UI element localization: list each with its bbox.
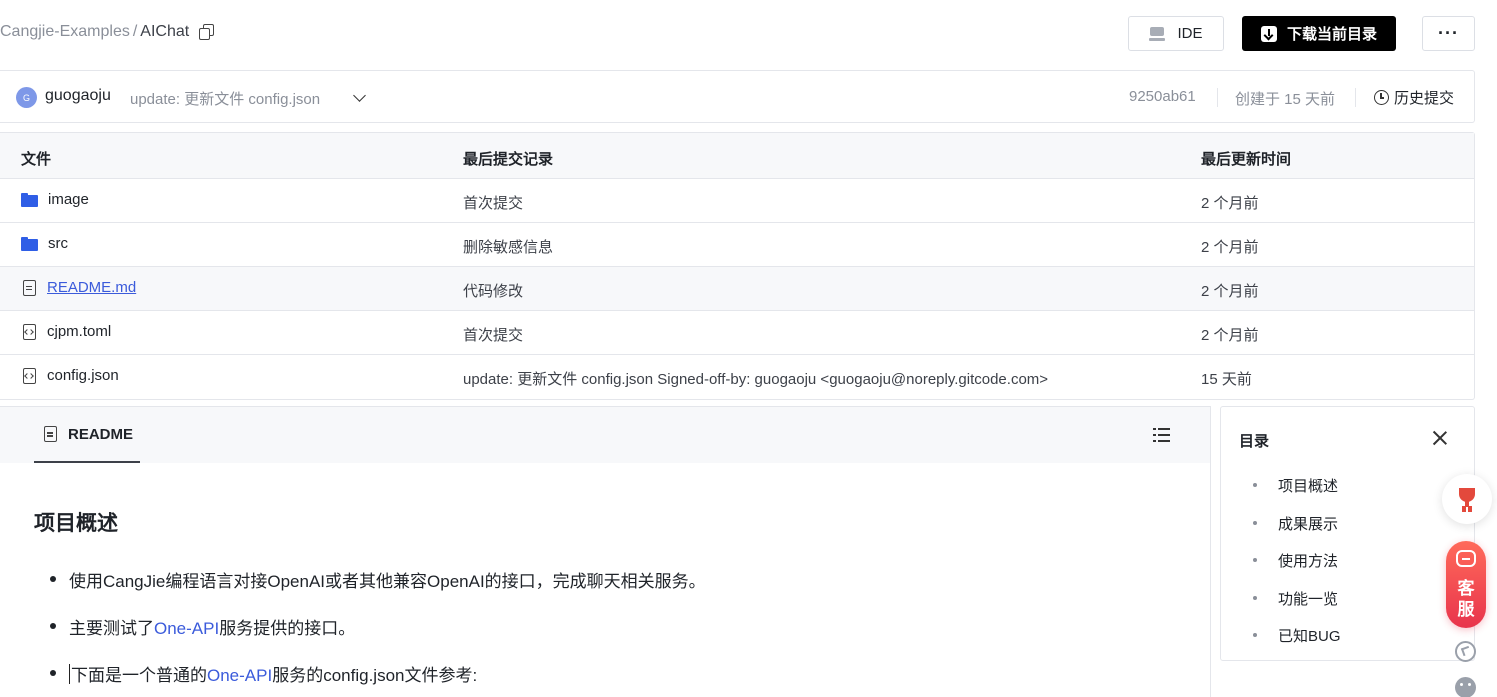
file-cell: config.json [21,367,119,384]
list-item: 下面是一个普通的One-API服务的config.json文件参考: [50,661,950,697]
clock-icon [1374,90,1389,105]
tab-readme[interactable]: README [34,407,140,463]
more-options-button[interactable]: ··· [1422,16,1475,51]
tab-readme-label: README [68,425,134,443]
text-cursor [69,664,70,684]
last-commit-message[interactable]: update: 更新文件 config.json Signed-off-by: … [463,368,1048,389]
commit-hash[interactable]: 9250ab61 [1129,88,1196,105]
latest-commit-bar: G guogaoju update: 更新文件 config.json 9250… [0,70,1475,123]
last-updated-time: 2 个月前 [1201,283,1259,300]
code-file-icon [23,323,36,340]
one-api-link[interactable]: One-API [207,666,272,685]
bullet-text: 使用CangJie编程语言对接OpenAI或者其他兼容OpenAI的接口，完成聊… [69,572,706,591]
trophy-icon [1459,488,1475,507]
download-button-label: 下载当前目录 [1286,26,1377,43]
close-icon[interactable] [1432,430,1448,446]
file-cell: image [21,191,89,208]
readme-content: 项目概述 [34,507,118,537]
ide-button-label: IDE [1177,25,1203,42]
column-header-last-commit: 最后提交记录 [463,151,554,168]
breadcrumb: Cangjie-Examples / AIChat [0,23,215,41]
feedback-smile-icon[interactable] [1455,677,1476,697]
bullet-text: 服务提供的接口。 [219,619,356,638]
breadcrumb-parent-link[interactable]: Cangjie-Examples [0,23,130,41]
history-label: 历史提交 [1394,90,1455,107]
toc-list: 项目概述 成果展示 使用方法 功能一览 已知BUG [1253,475,1341,663]
column-header-updated: 最后更新时间 [1201,151,1292,168]
file-name-link[interactable]: image [48,191,89,208]
last-updated-time: 2 个月前 [1201,327,1259,344]
commit-message[interactable]: update: 更新文件 config.json [130,88,320,109]
more-icon: ··· [1438,23,1459,43]
avatar[interactable]: G [16,87,37,108]
table-row[interactable]: cjpm.toml 首次提交 2 个月前 [0,311,1474,355]
folder-icon [21,192,38,207]
bullet-text: 下面是一个普通的 [71,666,207,685]
toc-item[interactable]: 已知BUG [1253,625,1341,663]
readme-panel: README 项目概述 使用CangJie编程语言对接OpenAI或者其他兼容O… [0,406,1211,697]
table-row[interactable]: image 首次提交 2 个月前 [0,179,1474,223]
service-label-line: 客 [1457,579,1475,598]
list-item: 主要测试了One-API服务提供的接口。 [50,614,950,661]
toc-item[interactable]: 使用方法 [1253,550,1341,588]
last-commit-message[interactable]: 代码修改 [463,280,523,301]
file-cell: README.md [21,279,136,296]
folder-icon [21,236,38,251]
toc-toggle-icon[interactable] [1153,428,1170,442]
copy-icon[interactable] [199,24,215,40]
bullet-text: 主要测试了 [69,619,154,638]
toc-item[interactable]: 成果展示 [1253,513,1341,551]
ide-button[interactable]: IDE [1128,16,1224,51]
last-commit-message[interactable]: 首次提交 [463,192,523,213]
toc-panel: 目录 项目概述 成果展示 使用方法 功能一览 已知BUG [1220,406,1475,661]
divider [1217,88,1218,107]
toc-item[interactable]: 项目概述 [1253,475,1341,513]
service-label-line: 服 [1457,600,1475,619]
table-header: 文件 最后提交记录 最后更新时间 [0,133,1474,179]
chevron-down-icon[interactable] [353,89,366,102]
download-icon [1260,25,1277,42]
file-icon [23,279,36,296]
file-name-link[interactable]: README.md [47,279,136,296]
last-updated-time: 15 天前 [1201,371,1252,388]
last-updated-time: 2 个月前 [1201,239,1259,256]
breadcrumb-current: AIChat [140,23,190,40]
refresh-icon[interactable] [1455,641,1476,662]
file-icon [44,426,57,442]
chat-icon [1456,550,1476,567]
list-item: 使用CangJie编程语言对接OpenAI或者其他兼容OpenAI的接口，完成聊… [50,567,950,614]
file-name-link[interactable]: cjpm.toml [47,323,111,340]
file-cell: cjpm.toml [21,323,111,340]
readme-heading: 项目概述 [34,512,118,535]
bullet-text: 服务的config.json文件参考: [272,666,478,685]
last-commit-message[interactable]: 首次提交 [463,324,523,345]
file-table: 文件 最后提交记录 最后更新时间 image 首次提交 2 个月前 src 删除… [0,132,1475,400]
last-commit-message[interactable]: 删除敏感信息 [463,236,553,257]
top-bar: Cangjie-Examples / AIChat IDE 下载当前目录 ··· [0,0,1497,70]
column-header-file: 文件 [21,151,52,168]
download-directory-button[interactable]: 下载当前目录 [1242,16,1396,51]
code-file-icon [23,367,36,384]
customer-service-button[interactable]: 客 服 [1446,541,1486,628]
readme-bullet-list: 使用CangJie编程语言对接OpenAI或者其他兼容OpenAI的接口，完成聊… [50,567,950,697]
breadcrumb-separator: / [132,23,138,40]
file-name-link[interactable]: src [48,235,68,252]
file-name-link[interactable]: config.json [47,367,119,384]
divider [1355,88,1356,107]
file-cell: src [21,235,68,252]
table-row[interactable]: README.md 代码修改 2 个月前 [0,267,1474,311]
one-api-link[interactable]: One-API [154,619,219,638]
readme-header: README [0,407,1210,463]
customer-service-label: 客 服 [1456,578,1476,620]
history-commits-link[interactable]: 历史提交 [1374,87,1454,108]
commit-created-time: 创建于 15 天前 [1235,91,1336,108]
monitor-icon [1149,26,1166,41]
toc-item[interactable]: 功能一览 [1253,588,1341,626]
last-updated-time: 2 个月前 [1201,195,1259,212]
toc-title: 目录 [1239,433,1270,450]
commit-author[interactable]: guogaoju [45,87,111,105]
table-row[interactable]: src 删除敏感信息 2 个月前 [0,223,1474,267]
trophy-button[interactable] [1442,474,1492,524]
table-row[interactable]: config.json update: 更新文件 config.json Sig… [0,355,1474,399]
